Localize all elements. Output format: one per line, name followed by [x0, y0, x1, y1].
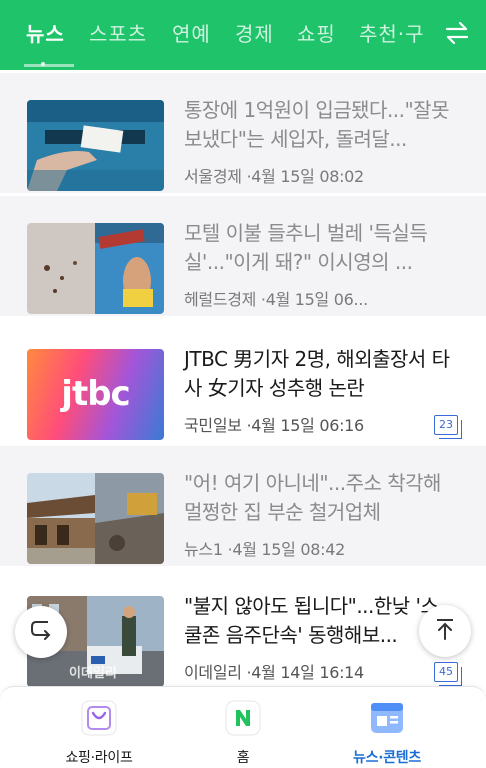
news-thumbnail [27, 100, 164, 191]
return-button[interactable] [15, 606, 67, 658]
news-meta: 헤럴드경제 ·4월 15일 06... [184, 290, 368, 309]
news-item[interactable]: 통장에 1억원이 입금됐다..."잘못 보냈다"는 세입자, 돌려달... 서울… [0, 73, 486, 193]
news-time: 4월 15일 08:42 [232, 540, 345, 559]
bottom-nav-label: 뉴스·콘텐츠 [353, 750, 421, 766]
category-tabs: 뉴스 스포츠 연예 경제 쇼핑 추천·구 [0, 0, 440, 70]
news-thumbnail [27, 223, 164, 314]
news-source: 헤럴드경제 [184, 290, 257, 309]
news-time: 4월 15일 08:02 [251, 167, 364, 186]
news-card-icon [368, 699, 406, 737]
news-source: 뉴스1 [184, 540, 223, 559]
naver-n-icon [224, 699, 262, 737]
bottom-nav-home[interactable]: 홈 [162, 687, 324, 768]
news-item[interactable]: 모텔 이불 들추니 벌레 '득실득실'..."이게 돼?" 이시영의 ... 헤… [0, 196, 486, 316]
bottom-nav-news[interactable]: 뉴스·콘텐츠 [306, 687, 468, 768]
bottom-nav-label: 쇼핑·라이프 [65, 750, 133, 766]
news-time: 4월 14일 16:14 [251, 663, 364, 682]
news-title[interactable]: JTBC 男기자 2명, 해외출장서 타사 女기자 성추행 논란 [184, 345, 454, 403]
news-title[interactable]: 모텔 이불 들추니 벌레 '득실득실'..."이게 돼?" 이시영의 ... [184, 219, 454, 277]
news-title[interactable]: "불지 않아도 됩니다"...한낮 '스쿨존 음주단속' 동행해보... [184, 592, 454, 650]
tab-economy[interactable]: 경제 [235, 18, 274, 47]
news-source: 서울경제 [184, 167, 242, 186]
tab-page-dots [41, 51, 55, 85]
news-time: 4월 15일 06... [265, 290, 368, 309]
comment-count-badge[interactable]: 23 [434, 415, 462, 439]
arrow-up-icon [432, 616, 458, 646]
news-item[interactable]: jtbc JTBC 男기자 2명, 해외출장서 타사 女기자 성추행 논란 국민… [0, 322, 486, 442]
bottom-nav-label: 홈 [236, 750, 250, 766]
news-meta: 이데일리 ·4월 14일 16:14 [184, 663, 364, 682]
news-time: 4월 15일 06:16 [251, 416, 364, 435]
tab-entertainment[interactable]: 연예 [172, 18, 211, 47]
return-arrow-icon [28, 617, 54, 647]
news-meta: 국민일보 ·4월 15일 06:16 [184, 416, 364, 435]
shopping-bag-icon [80, 699, 118, 737]
tab-news[interactable]: 뉴스 [26, 18, 65, 47]
swap-arrows-icon[interactable] [444, 20, 470, 46]
comment-count-badge[interactable]: 45 [434, 662, 462, 686]
news-source: 국민일보 [184, 416, 242, 435]
news-title[interactable]: "어! 여기 아니네"...주소 착각해 멀쩡한 집 부순 철거업체 [184, 469, 454, 527]
bottom-nav-bar: 쇼핑·라이프 홈 뉴스·콘텐츠 [0, 686, 486, 768]
active-tab-indicator [24, 64, 74, 67]
news-meta: 서울경제 ·4월 15일 08:02 [184, 167, 364, 186]
news-meta: 뉴스1 ·4월 15일 08:42 [184, 540, 345, 559]
tab-shopping[interactable]: 쇼핑 [297, 18, 336, 47]
tab-recommend[interactable]: 추천·구 [359, 18, 425, 47]
jtbc-logo: jtbc [61, 374, 130, 414]
news-source: 이데일리 [184, 663, 242, 682]
top-nav-bar: 뉴스 스포츠 연예 경제 쇼핑 추천·구 [0, 0, 486, 85]
news-item[interactable]: "어! 여기 아니네"...주소 착각해 멀쩡한 집 부순 철거업체 뉴스1 ·… [0, 446, 486, 566]
scroll-to-top-button[interactable] [419, 605, 471, 657]
tab-sports[interactable]: 스포츠 [89, 18, 147, 47]
thumbnail-watermark: 이데일리 [69, 666, 117, 681]
news-thumbnail: jtbc [27, 349, 164, 440]
news-item[interactable]: 이데일리 "불지 않아도 됩니다"...한낮 '스쿨존 음주단속' 동행해보..… [0, 569, 486, 687]
news-title[interactable]: 통장에 1억원이 입금됐다..."잘못 보냈다"는 세입자, 돌려달... [184, 96, 454, 154]
news-thumbnail [27, 473, 164, 564]
bottom-nav-shopping[interactable]: 쇼핑·라이프 [18, 687, 180, 768]
